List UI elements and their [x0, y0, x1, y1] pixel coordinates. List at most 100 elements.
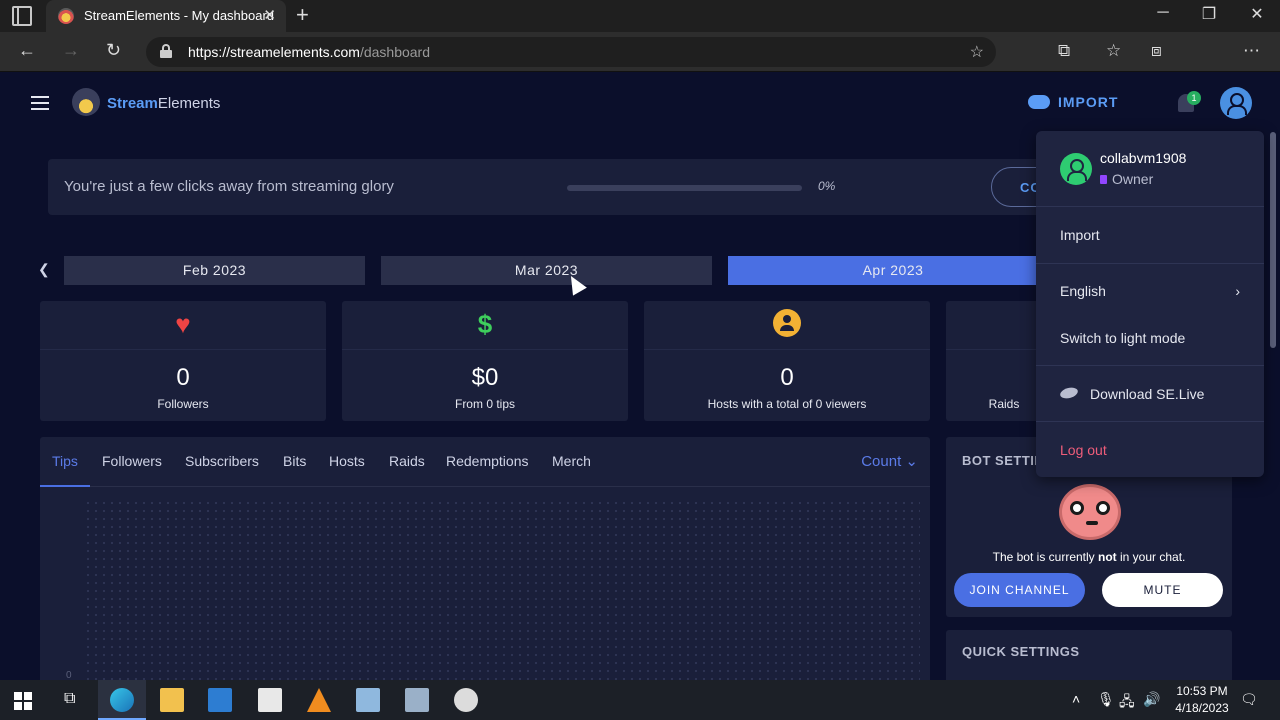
twitch-icon [1100, 175, 1107, 184]
cloud-upload-icon [1028, 95, 1050, 109]
sad-bot-icon [1059, 484, 1121, 540]
favorites-icon[interactable]: ☆ [1106, 41, 1121, 61]
month-tab[interactable]: Mar 2023 [381, 256, 712, 285]
page-scrollbar[interactable] [1270, 132, 1276, 348]
close-window-icon[interactable]: ✕ [1234, 4, 1280, 24]
user-role: Owner [1100, 171, 1153, 187]
extensions-icon[interactable]: ⧉ [1058, 41, 1070, 61]
tab-close-icon[interactable]: ✕ [263, 6, 276, 24]
chart-tabs: Tips Followers Subscribers Bits Hosts Ra… [40, 437, 930, 487]
onboarding-progress-bar [567, 185, 802, 191]
logo-text[interactable]: StreamElements [107, 95, 220, 112]
menu-item-language[interactable]: English [1060, 283, 1106, 299]
stat-value: 0 [780, 364, 794, 391]
notification-badge: 1 [1187, 91, 1201, 105]
notification-center-icon[interactable]: 🗨 [1240, 691, 1258, 708]
url-text: https://streamelements.com/dashboard [188, 44, 431, 60]
lock-icon [160, 44, 172, 58]
tab-raids[interactable]: Raids [389, 453, 425, 469]
clock-date[interactable]: 4/18/2023 [1166, 701, 1238, 715]
windows-start-icon[interactable] [14, 692, 32, 710]
tab-redemptions[interactable]: Redemptions [446, 453, 529, 469]
dashboard: StreamElements IMPORT 1 You're just a fe… [0, 72, 1280, 680]
onboarding-message: You're just a few clicks away from strea… [64, 178, 394, 195]
bot-status-text: The bot is currently not in your chat. [992, 550, 1186, 564]
user-dropdown-menu: collabvm1908 Owner Import English › Swit… [1036, 131, 1264, 477]
restore-icon[interactable]: ❐ [1186, 4, 1232, 24]
host-icon [644, 309, 930, 344]
import-button[interactable]: IMPORT [1028, 94, 1118, 110]
vlc-icon[interactable] [307, 688, 331, 712]
stat-label: Followers [157, 397, 209, 411]
onboarding-progress-label: 0% [818, 179, 836, 193]
chevron-right-icon: › [1235, 283, 1240, 299]
metric-select[interactable]: Count ⌄ [861, 452, 918, 470]
task-view-icon[interactable]: ⧉ [64, 690, 75, 708]
stat-card-tips: $ $0 From 0 tips [342, 301, 628, 421]
dollar-icon: $ [477, 309, 493, 339]
store-icon[interactable] [208, 688, 232, 712]
back-icon[interactable]: ← [18, 40, 36, 61]
forward-icon[interactable]: → [62, 40, 80, 61]
show-hidden-icons-icon[interactable]: ˄ [1072, 691, 1080, 707]
menu-item-download-selive[interactable]: Download SE.Live [1059, 385, 1204, 402]
notepad-icon[interactable] [356, 688, 380, 712]
active-tab-indicator [40, 485, 90, 487]
month-tab-active[interactable]: Apr 2023 [728, 256, 1058, 285]
tab-followers[interactable]: Followers [102, 453, 162, 469]
clock-time[interactable]: 10:53 PM [1166, 684, 1238, 698]
browser-tab-bar: StreamElements - My dashboard ✕ + ─ ❐ ✕ [0, 0, 1280, 32]
bot-settings-title: BOT SETTIN [962, 453, 1045, 468]
menu-item-light-mode[interactable]: Switch to light mode [1060, 330, 1185, 346]
month-tab[interactable]: Feb 2023 [64, 256, 365, 285]
previous-month-icon[interactable]: ❮ [38, 261, 50, 278]
address-bar[interactable]: https://streamelements.com/dashboard ☆ [146, 37, 996, 67]
user-avatar[interactable] [1220, 87, 1252, 119]
network-app-icon[interactable] [405, 688, 429, 712]
browser-tab[interactable]: StreamElements - My dashboard ✕ [46, 0, 286, 32]
tab-tips[interactable]: Tips [52, 453, 78, 469]
tab-actions-icon[interactable] [12, 6, 32, 26]
chevron-down-icon: ⌄ [905, 453, 918, 470]
stat-label: From 0 tips [454, 397, 515, 411]
tab-bits[interactable]: Bits [283, 453, 306, 469]
user-menu-avatar [1060, 153, 1092, 185]
windows-taskbar: ⧉ ˄ 🎙 🖧 🔊 10:53 PM 4/18/2023 🗨 [0, 680, 1280, 720]
microphone-icon[interactable]: 🎙 [1097, 691, 1115, 708]
streamelements-logo-icon[interactable] [72, 88, 100, 116]
hamburger-menu-icon[interactable] [31, 96, 49, 110]
stat-value: 0 [176, 364, 190, 391]
quick-settings-title: QUICK SETTINGS [962, 644, 1080, 659]
volume-icon[interactable]: 🔊 [1143, 691, 1160, 708]
menu-item-logout[interactable]: Log out [1060, 442, 1107, 458]
minimize-icon[interactable]: ─ [1140, 4, 1186, 22]
obs-icon[interactable] [454, 688, 478, 712]
chart-plot-area [84, 499, 920, 680]
tab-subscribers[interactable]: Subscribers [185, 453, 259, 469]
tab-title: StreamElements - My dashboard [84, 8, 275, 23]
chart-y-axis-label: 0 [66, 670, 72, 680]
menu-item-import[interactable]: Import [1060, 227, 1100, 243]
tab-merch[interactable]: Merch [552, 453, 591, 469]
username: collabvm1908 [1100, 150, 1187, 166]
browser-toolbar: ← → ↻ https://streamelements.com/dashboa… [0, 32, 1280, 97]
stat-value: $0 [471, 364, 499, 391]
more-menu-icon[interactable]: ⋯ [1243, 41, 1260, 61]
file-explorer-icon[interactable] [160, 688, 184, 712]
join-channel-button[interactable]: JOIN CHANNEL [954, 573, 1085, 607]
mute-button[interactable]: MUTE [1102, 573, 1223, 607]
edge-icon[interactable] [110, 688, 134, 712]
refresh-icon[interactable]: ↻ [106, 40, 121, 61]
activity-chart-panel: Tips Followers Subscribers Bits Hosts Ra… [40, 437, 930, 680]
stat-card-followers: ♥ 0 Followers [40, 301, 326, 421]
streamelements-favicon-icon [58, 8, 74, 24]
tab-hosts[interactable]: Hosts [329, 453, 365, 469]
mail-icon[interactable] [258, 688, 282, 712]
selive-icon [1059, 385, 1079, 401]
new-tab-icon[interactable]: + [296, 2, 309, 28]
quick-settings-panel: QUICK SETTINGS [946, 630, 1232, 680]
collections-icon[interactable]: ⧈ [1151, 41, 1162, 61]
network-icon[interactable]: 🖧 [1119, 691, 1135, 715]
favorite-star-icon[interactable]: ☆ [970, 42, 984, 62]
onboarding-banner: You're just a few clicks away from strea… [48, 159, 1071, 215]
